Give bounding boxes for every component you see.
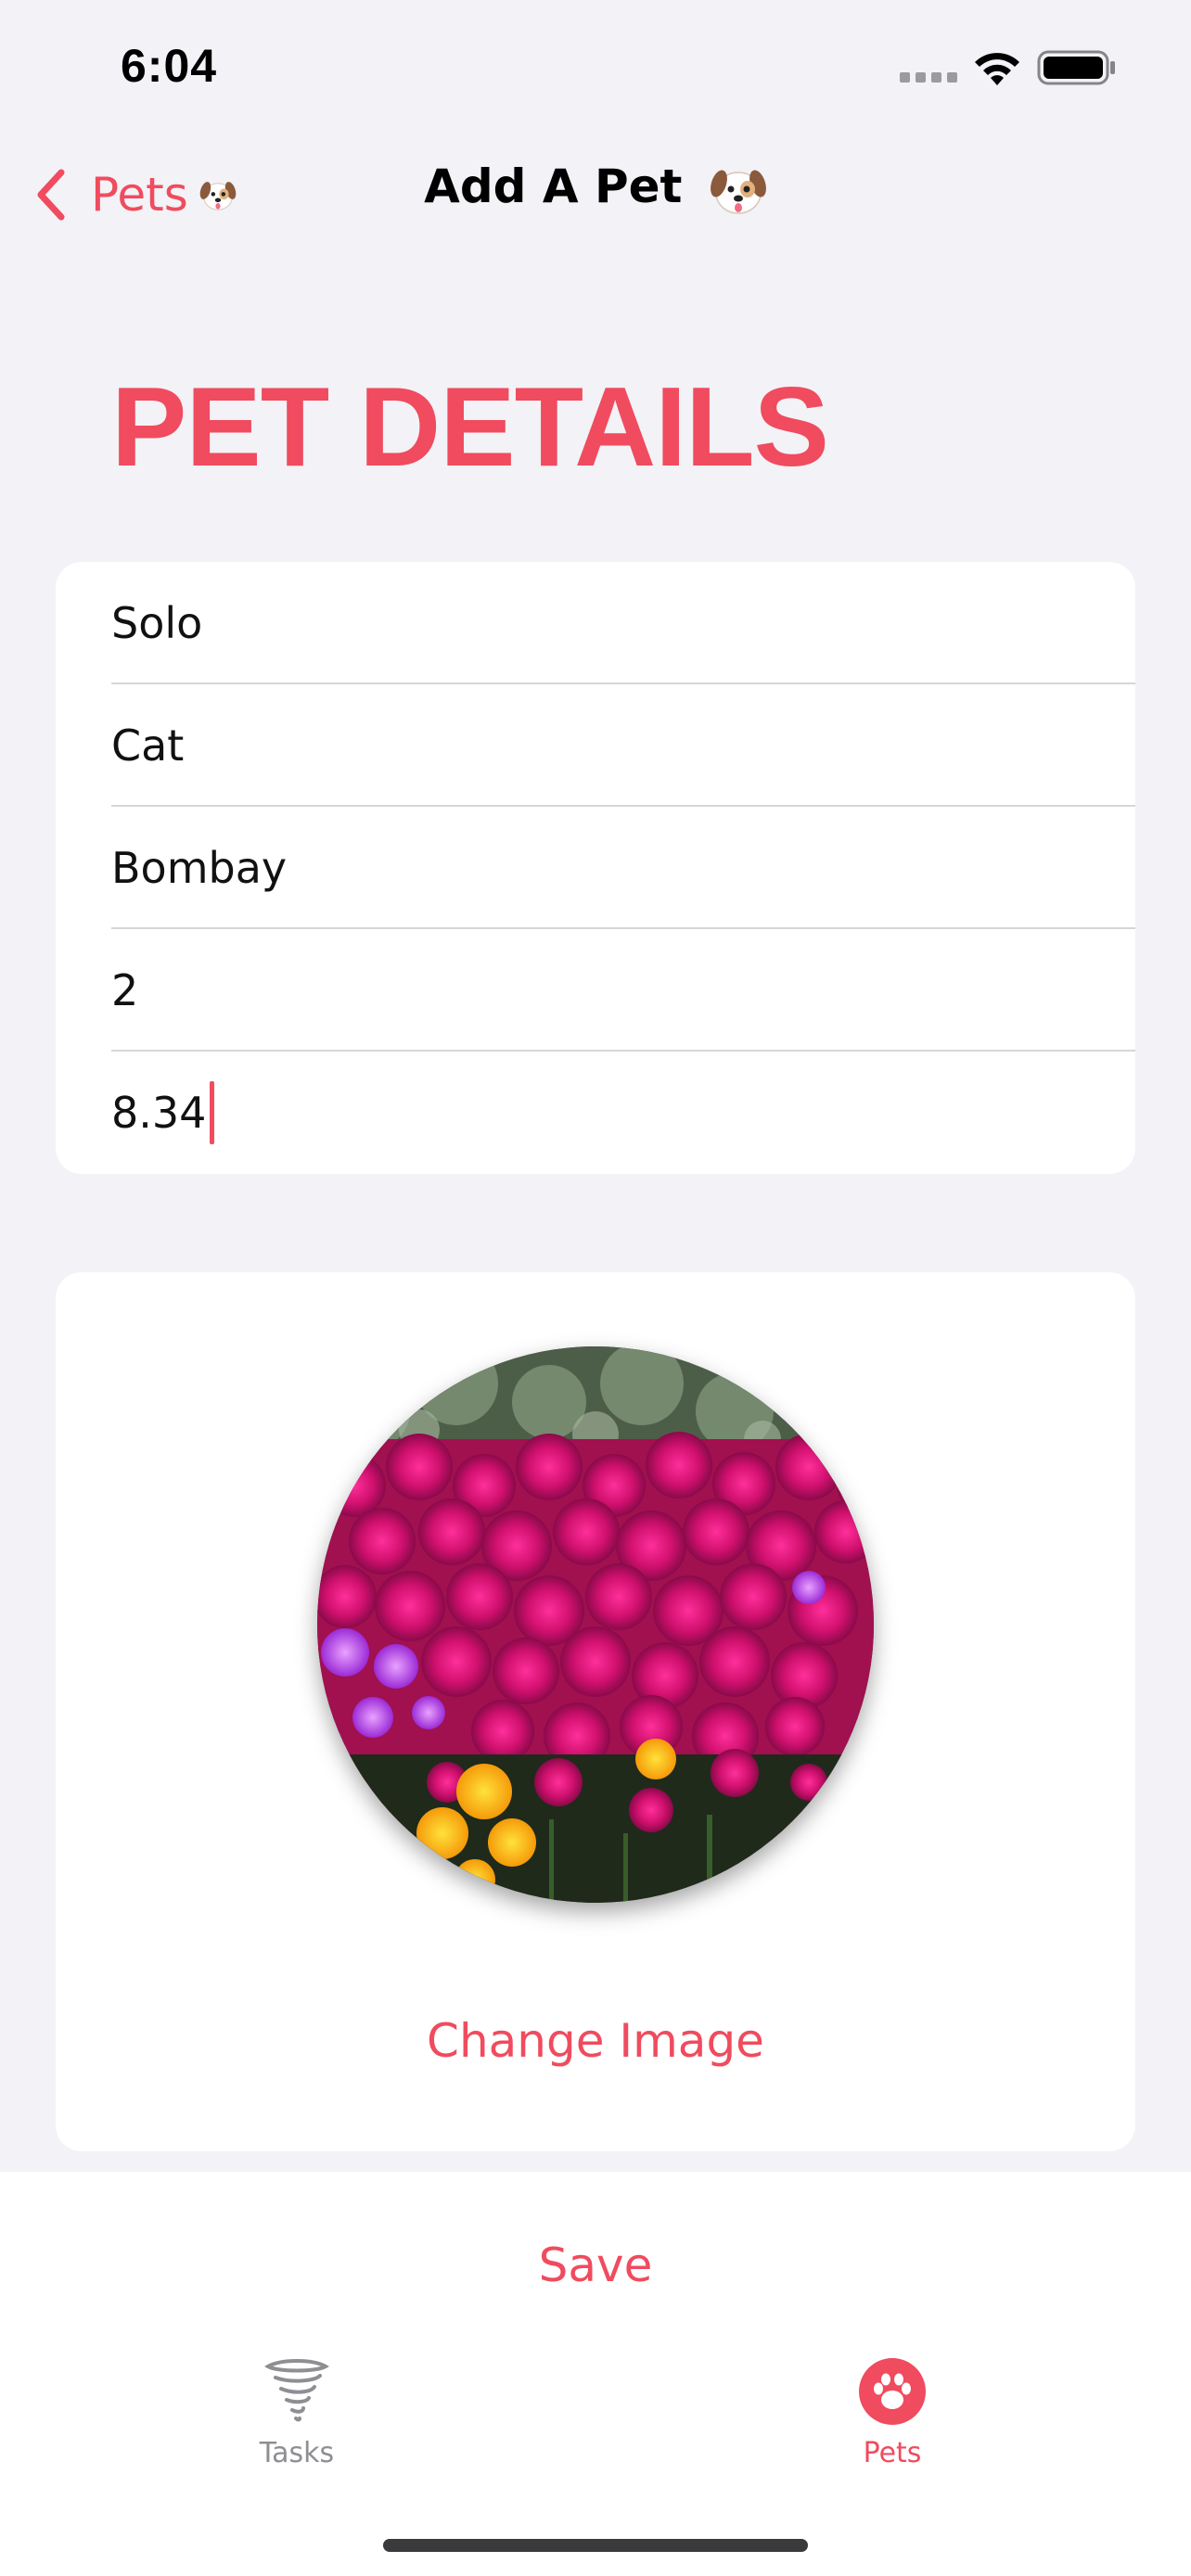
tab-pets[interactable]: Pets <box>800 2357 985 2469</box>
pet-age-field[interactable]: 2 <box>56 929 1135 1052</box>
change-image-button[interactable]: Change Image <box>56 2014 1135 2068</box>
wifi-icon <box>975 53 1019 85</box>
tornado-icon <box>264 2359 329 2422</box>
flowers-photo-image <box>317 1346 874 1903</box>
pet-weight-field[interactable]: 8.34 <box>56 1052 1135 1174</box>
tab-tasks-label: Tasks <box>259 2437 335 2469</box>
nav-title-text: Add A Pet <box>424 159 683 213</box>
pet-image-card: Change Image <box>56 1272 1135 2151</box>
page-heading: PET DETAILS <box>111 363 829 490</box>
tab-pets-label: Pets <box>863 2437 922 2469</box>
home-indicator[interactable] <box>383 2539 808 2552</box>
pet-age-value: 2 <box>111 965 139 1015</box>
status-bar: 6:04 <box>0 0 1191 139</box>
paw-icon <box>859 2358 926 2425</box>
pet-weight-value: 8.34 <box>111 1088 207 1138</box>
nav-title: Add A Pet <box>0 159 1191 219</box>
pet-type-field[interactable]: Cat <box>56 684 1135 807</box>
pet-breed-field[interactable]: Bombay <box>56 807 1135 929</box>
text-cursor <box>210 1081 215 1144</box>
battery-icon <box>1037 50 1115 85</box>
bottom-panel: Save Tasks Pets <box>0 2172 1191 2576</box>
pet-name-field[interactable]: Solo <box>56 562 1135 684</box>
pet-name-value: Solo <box>111 598 203 648</box>
pet-photo <box>317 1346 874 1903</box>
pet-details-form: Solo Cat Bombay 2 8.34 <box>56 562 1135 1174</box>
save-button[interactable]: Save <box>0 2238 1191 2292</box>
dog-face-icon <box>710 170 766 214</box>
status-time: 6:04 <box>121 40 218 92</box>
tab-tasks[interactable]: Tasks <box>204 2357 390 2469</box>
pet-type-value: Cat <box>111 721 185 771</box>
navigation-bar: Pets Add A Pet <box>0 139 1191 250</box>
pet-breed-value: Bombay <box>111 843 288 893</box>
cellular-signal-icon <box>900 72 957 85</box>
